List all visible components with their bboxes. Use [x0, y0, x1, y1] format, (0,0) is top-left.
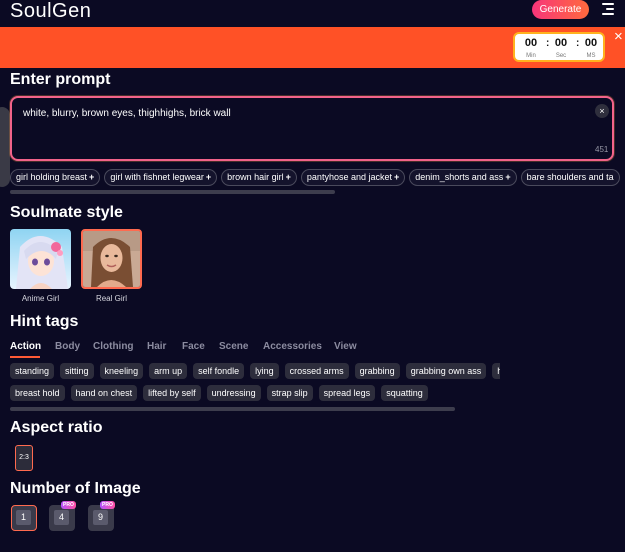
real-girl-thumbnail	[83, 231, 140, 287]
hint-tags-scrollbar[interactable]	[10, 407, 455, 411]
hint-tag[interactable]: hand on chest	[70, 385, 138, 401]
hint-tag-row: standing sitting kneeling arm up self fondle…	[10, 363, 500, 379]
prompt-suggestions: girl holding breast + girl with fishnet le…	[10, 169, 625, 186]
style-real-girl[interactable]	[81, 229, 142, 289]
hint-tag[interactable]: sitting	[60, 363, 94, 379]
plus-icon: +	[393, 172, 400, 182]
pro-badge: PRO	[100, 501, 115, 509]
tab-action[interactable]: Action	[10, 341, 41, 352]
hint-tag[interactable]: crossed arms	[284, 363, 349, 379]
hint-tags-heading: Hint tags	[10, 313, 79, 330]
timer-ms: 00 MS	[584, 37, 598, 59]
hint-tag[interactable]: arm up	[149, 363, 188, 379]
suggestion-chip[interactable]: girl with fishnet legwear +	[104, 169, 218, 186]
pro-badge: PRO	[61, 501, 76, 509]
image-count-1[interactable]: 1	[11, 505, 37, 531]
anime-girl-thumbnail	[10, 229, 71, 289]
hint-tag[interactable]: undressing	[206, 385, 261, 401]
logo[interactable]: SoulGen	[10, 0, 91, 23]
tab-face[interactable]: Face	[182, 341, 205, 352]
suggestions-scrollbar[interactable]	[10, 190, 335, 194]
countdown-timer: 00 Min : 00 Sec : 00 MS	[513, 32, 605, 62]
hint-tag[interactable]: kneeling	[99, 363, 144, 379]
side-drawer-handle[interactable]	[0, 107, 10, 187]
style-anime-girl[interactable]	[10, 229, 71, 289]
hint-tag[interactable]: lying	[250, 363, 279, 379]
image-count-4[interactable]: 4 PRO	[49, 501, 76, 531]
tab-body[interactable]: Body	[55, 341, 80, 352]
generate-button[interactable]: Generate	[532, 0, 589, 19]
soulmate-heading: Soulmate style	[10, 204, 123, 221]
hint-tag[interactable]: strap slip	[266, 385, 313, 401]
top-bar: SoulGen Generate	[0, 0, 625, 27]
suggestion-chip[interactable]: bare shoulders and ta	[520, 169, 620, 186]
timer-sec: 00 Sec	[554, 37, 568, 59]
suggestion-chip[interactable]: pantyhose and jacket +	[300, 169, 406, 186]
hint-tag[interactable]: spread legs	[318, 385, 376, 401]
hint-tag[interactable]: breast hold	[10, 385, 65, 401]
char-count: 451	[595, 145, 609, 154]
plus-icon: +	[205, 172, 212, 182]
style-label: Anime Girl	[21, 294, 60, 303]
hint-tag[interactable]: grabbing own ass	[405, 363, 487, 379]
timer-min: 00 Min	[524, 37, 538, 59]
number-of-image-heading: Number of Image	[10, 480, 141, 497]
prompt-text[interactable]: white, blurry, brown eyes, thighhighs, b…	[23, 108, 231, 119]
tab-scene[interactable]: Scene	[219, 341, 248, 352]
hint-tag[interactable]: squatting	[381, 385, 428, 401]
tab-clothing[interactable]: Clothing	[93, 341, 134, 352]
aspect-ratio-heading: Aspect ratio	[10, 419, 103, 436]
active-tab-indicator	[10, 356, 40, 358]
prompt-input[interactable]: white, blurry, brown eyes, thighhighs, b…	[10, 96, 614, 161]
clear-icon[interactable]: ×	[595, 104, 609, 118]
aspect-ratio-option[interactable]: 2:3	[15, 445, 33, 471]
plus-icon: +	[285, 172, 291, 182]
tab-accessories[interactable]: Accessories	[263, 341, 322, 352]
hint-tag[interactable]: ha	[492, 363, 500, 379]
tab-hair[interactable]: Hair	[147, 341, 166, 352]
hint-tag-row: breast hold hand on chest lifted by self un…	[10, 385, 480, 401]
style-label: Real Girl	[95, 294, 128, 303]
prompt-heading: Enter prompt	[10, 71, 111, 88]
suggestion-chip[interactable]: denim_shorts and ass +	[409, 169, 517, 186]
suggestion-chip[interactable]: brown hair girl +	[221, 169, 297, 186]
suggestion-chip[interactable]: girl holding breast +	[10, 169, 101, 186]
close-icon[interactable]: ×	[614, 28, 623, 45]
hint-tag[interactable]: lifted by self	[143, 385, 201, 401]
promo-banner: 00 Min : 00 Sec : 00 MS ×	[0, 27, 625, 68]
hint-tag[interactable]: standing	[10, 363, 55, 379]
image-count-9[interactable]: 9 PRO	[88, 501, 115, 531]
plus-icon: +	[89, 172, 95, 182]
hint-tag[interactable]: grabbing	[354, 363, 400, 379]
plus-icon: +	[505, 172, 511, 182]
hint-tag[interactable]: self fondle	[193, 363, 245, 379]
tab-view[interactable]: View	[334, 341, 357, 352]
menu-icon[interactable]	[602, 3, 614, 16]
